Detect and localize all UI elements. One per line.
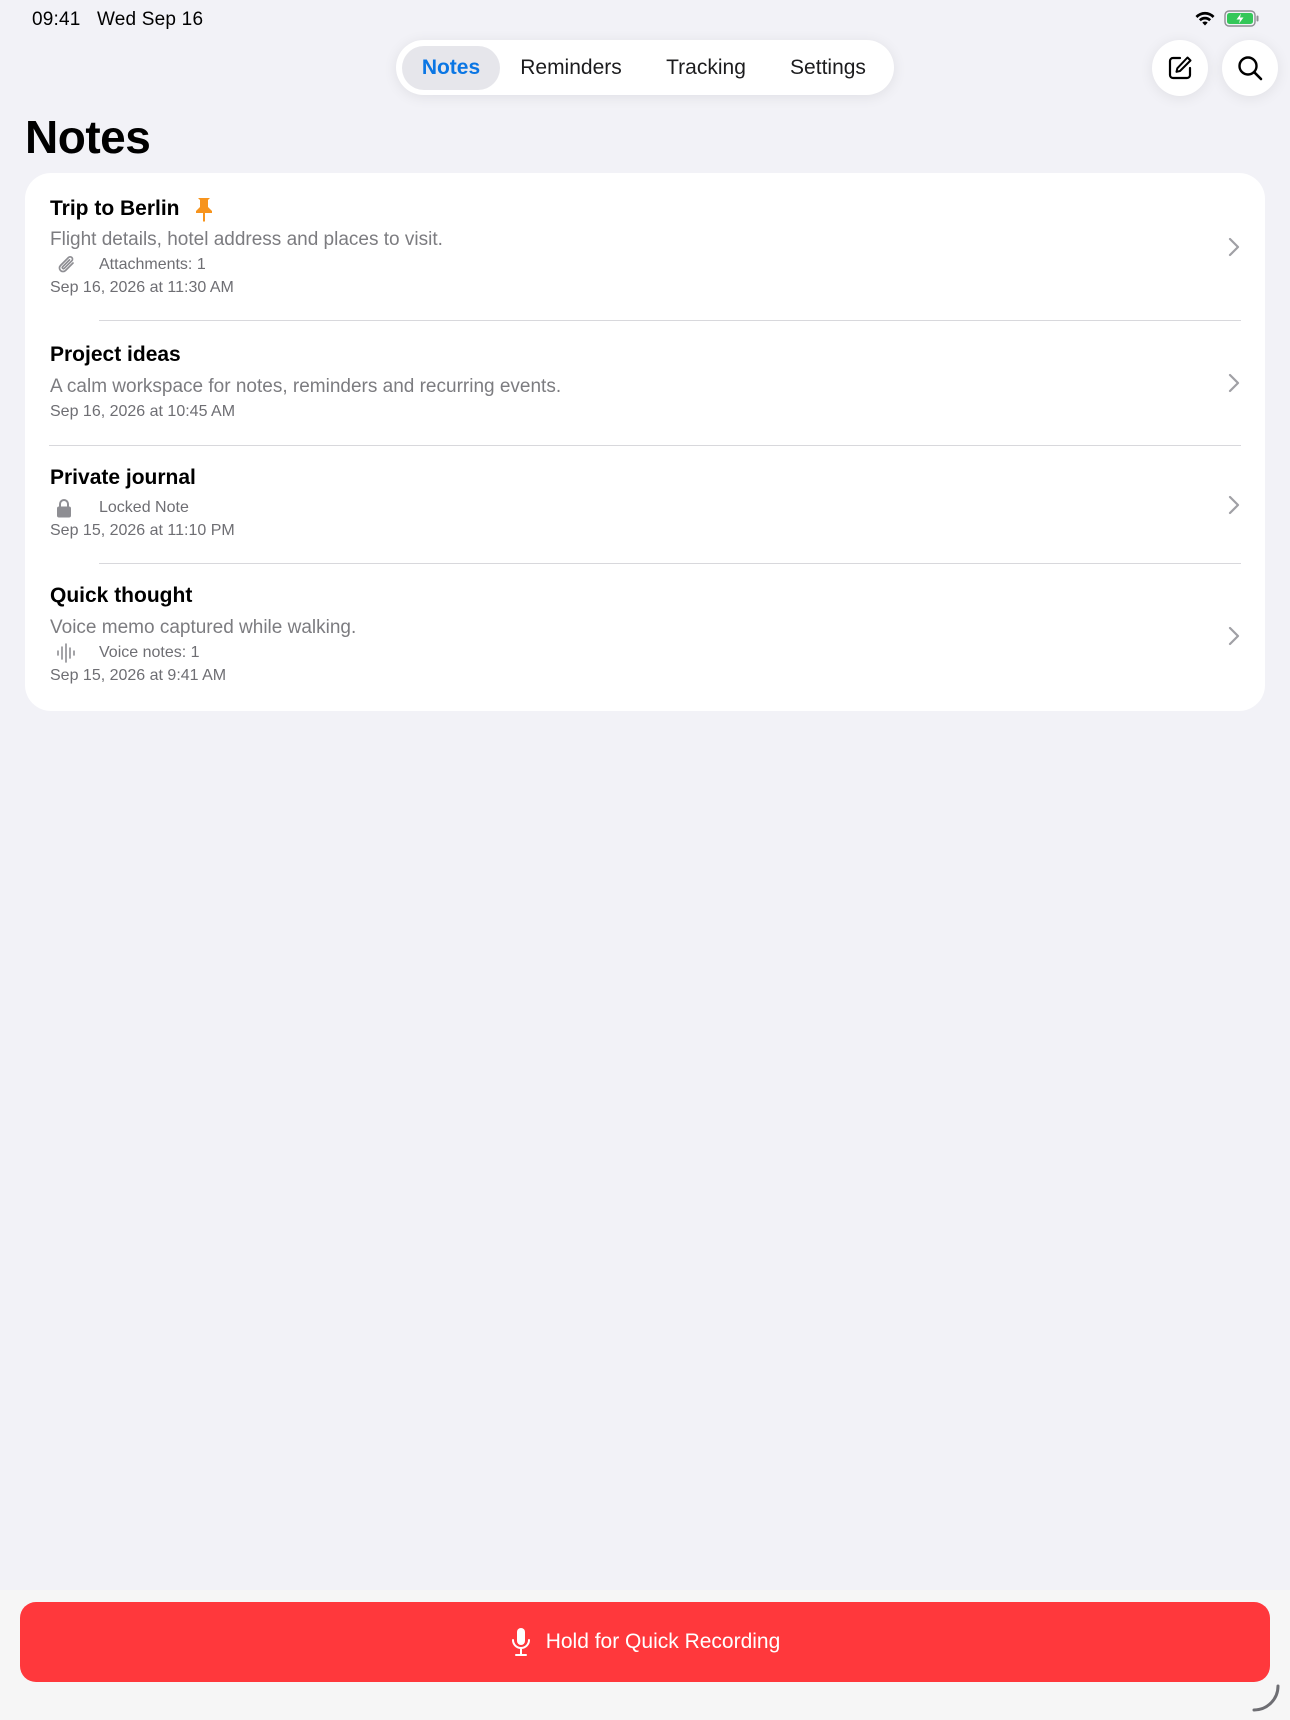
wifi-icon	[1195, 11, 1215, 25]
note-preview: Voice memo captured while walking.	[50, 617, 357, 638]
note-meta-text: Attachments: 1	[99, 256, 206, 273]
note-title: Private journal	[50, 466, 196, 489]
note-date: Sep 15, 2026 at 11:10 PM	[50, 522, 235, 539]
status-clock: 09:41	[32, 9, 81, 30]
pin-icon	[195, 198, 212, 222]
compose-button[interactable]	[1152, 40, 1208, 96]
chevron-right-icon	[1228, 237, 1240, 257]
notes-screen: 09:41 Wed Sep 16 Notes Reminders Trackin…	[0, 0, 1290, 1720]
note-row-trip-to-berlin[interactable]: Trip to Berlin Flight details, hotel add…	[25, 173, 1265, 320]
note-title-row: Quick thought	[50, 584, 192, 608]
search-button[interactable]	[1222, 40, 1278, 96]
note-title: Quick thought	[50, 584, 193, 607]
note-row-quick-thought[interactable]: Quick thought Voice memo captured while …	[25, 564, 1265, 711]
compose-icon	[1168, 56, 1192, 80]
note-row-project-ideas[interactable]: Project ideas A calm workspace for notes…	[25, 321, 1265, 445]
note-title-row: Trip to Berlin	[50, 196, 214, 222]
waveform-icon	[57, 643, 75, 663]
status-bar: 09:41 Wed Sep 16	[0, 0, 1290, 40]
note-title-row: Project ideas	[50, 343, 181, 367]
tab-bar: Notes Reminders Tracking Settings	[396, 40, 894, 95]
note-title: Project ideas	[50, 343, 181, 366]
status-indicators	[1194, 10, 1260, 27]
note-meta: Attachments: 1	[50, 255, 206, 275]
note-preview: Flight details, hotel address and places…	[50, 229, 443, 250]
paperclip-icon	[58, 256, 74, 273]
note-meta: Locked Note	[50, 498, 189, 518]
note-row-private-journal[interactable]: Private journal Locked Note Sep 15, 2026…	[25, 446, 1265, 564]
status-date: Wed Sep 16	[96, 9, 204, 30]
chevron-right-icon	[1228, 626, 1240, 646]
note-meta-text: Voice notes: 1	[99, 644, 200, 661]
page-title: Notes	[25, 111, 151, 163]
microphone-icon	[511, 1628, 530, 1656]
lock-icon	[57, 499, 71, 518]
battery-icon	[1224, 10, 1259, 27]
note-meta: Voice notes: 1	[50, 643, 200, 663]
note-date: Sep 16, 2026 at 11:30 AM	[50, 279, 234, 296]
quick-record-button[interactable]: Hold for Quick Recording	[20, 1602, 1270, 1682]
note-title-row: Private journal	[50, 466, 196, 490]
status-time: 09:41 Wed Sep 16	[32, 9, 203, 31]
note-date: Sep 15, 2026 at 9:41 AM	[50, 667, 227, 684]
note-meta-text: Locked Note	[99, 499, 189, 516]
tab-settings[interactable]: Settings	[770, 46, 886, 90]
chevron-right-icon	[1228, 373, 1240, 393]
resize-handle-icon	[1252, 1684, 1280, 1712]
quick-record-label: Hold for Quick Recording	[545, 1630, 781, 1653]
note-preview: A calm workspace for notes, reminders an…	[50, 376, 562, 397]
note-date: Sep 16, 2026 at 10:45 AM	[50, 403, 236, 420]
notes-list: Trip to Berlin Flight details, hotel add…	[25, 173, 1265, 711]
note-title: Trip to Berlin	[50, 197, 180, 220]
chevron-right-icon	[1228, 495, 1240, 515]
tab-notes[interactable]: Notes	[402, 45, 500, 90]
tab-tracking[interactable]: Tracking	[642, 46, 770, 90]
search-icon	[1238, 56, 1263, 81]
tab-reminders[interactable]: Reminders	[500, 46, 642, 90]
